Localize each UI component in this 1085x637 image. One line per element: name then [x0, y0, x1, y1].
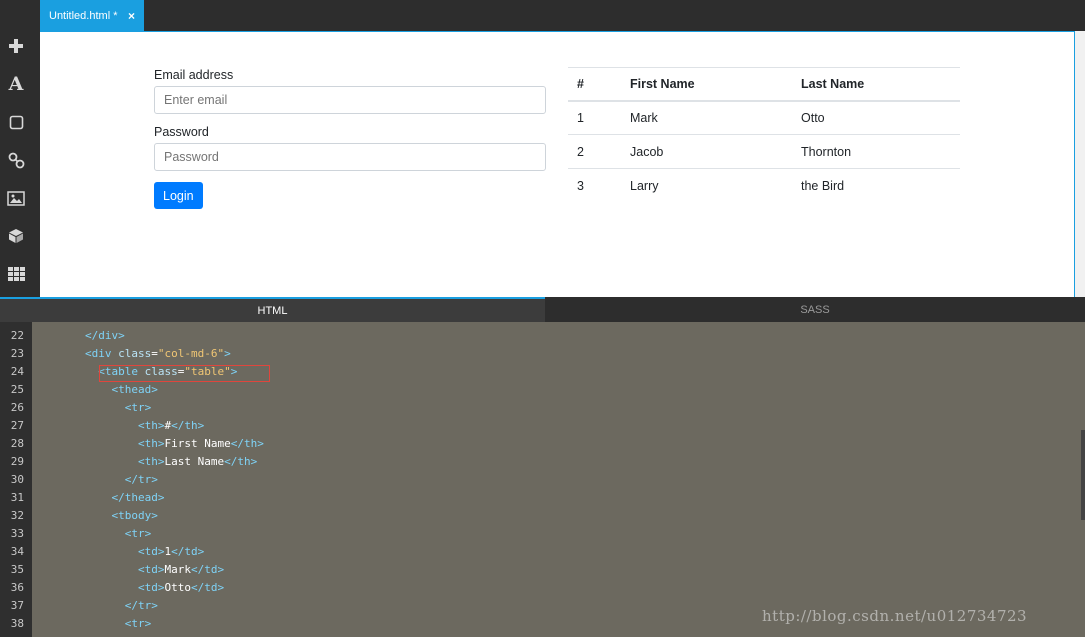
- code-line[interactable]: <th>First Name</th>: [32, 437, 264, 450]
- code-panel-tabs: HTML SASS: [0, 297, 1085, 322]
- code-scrollbar-thumb[interactable]: [1081, 430, 1085, 520]
- code-line[interactable]: <thead>: [32, 383, 157, 396]
- link-icon[interactable]: [6, 150, 26, 170]
- table-row: 3 Larry the Bird: [568, 168, 960, 203]
- login-form: Email address Password Login: [154, 68, 546, 209]
- code-line[interactable]: <td>Otto</td>: [32, 581, 224, 594]
- code-line[interactable]: <td>Mark</td>: [32, 563, 224, 576]
- line-number: 34: [10, 545, 24, 558]
- line-number: 38: [10, 617, 24, 630]
- text-icon[interactable]: A: [6, 73, 26, 95]
- line-number: 35: [10, 563, 24, 576]
- code-line[interactable]: <th>Last Name</th>: [32, 455, 257, 468]
- preview-scrollbar[interactable]: [1074, 31, 1085, 297]
- line-number: 37: [10, 599, 24, 612]
- component-icon[interactable]: [6, 226, 26, 246]
- table-cell: Thornton: [792, 134, 960, 169]
- table-header-cell: Last Name: [792, 67, 960, 102]
- table-cell: Otto: [801, 110, 825, 125]
- code-line[interactable]: </tr>: [32, 473, 158, 486]
- code-line[interactable]: <td>1</td>: [32, 545, 204, 558]
- tab-sass[interactable]: SASS: [545, 297, 1085, 322]
- grid-icon[interactable]: [6, 264, 26, 284]
- watermark: http://blog.csdn.net/u012734723: [762, 607, 1028, 625]
- table-row: 2 Jacob Thornton: [568, 134, 960, 169]
- line-number: 33: [10, 527, 24, 540]
- email-field[interactable]: [154, 86, 546, 114]
- code-line[interactable]: <tbody>: [32, 509, 157, 522]
- table-cell: the Bird: [792, 168, 960, 203]
- line-number: 22: [10, 329, 24, 342]
- table-header-cell: First Name: [621, 67, 792, 102]
- password-field[interactable]: [154, 143, 546, 171]
- line-number: 31: [10, 491, 24, 504]
- line-number: 36: [10, 581, 24, 594]
- table-header-cell: #: [568, 67, 621, 102]
- line-number: 32: [10, 509, 24, 522]
- tab-untitled-html[interactable]: Untitled.html * ×: [40, 0, 144, 31]
- line-number: 24: [10, 365, 24, 378]
- code-line[interactable]: </thead>: [32, 491, 164, 504]
- table-cell: 1: [577, 110, 584, 125]
- code-line[interactable]: <tr>: [32, 527, 152, 540]
- line-number-gutter: 22 23 24 25 26 27 28 29 30 31 32 33 34 3…: [0, 322, 32, 637]
- table-cell: Larry: [621, 168, 792, 203]
- line-number: 23: [10, 347, 24, 360]
- code-line[interactable]: </div>: [32, 329, 125, 342]
- code-line[interactable]: <tr>: [32, 401, 152, 414]
- table-cell: Jacob: [621, 134, 792, 169]
- tab-title: Untitled.html *: [49, 9, 118, 22]
- code-line[interactable]: </tr>: [32, 599, 158, 612]
- login-button[interactable]: Login: [154, 182, 203, 209]
- box-icon[interactable]: [6, 112, 26, 132]
- tab-html[interactable]: HTML: [0, 297, 545, 322]
- highlight-box: [99, 365, 270, 382]
- line-number: 28: [10, 437, 24, 450]
- line-number: 26: [10, 401, 24, 414]
- table-cell: Mark: [630, 110, 658, 125]
- table-cell: 3: [568, 168, 621, 203]
- table-header-row: # First Name Last Name: [568, 67, 960, 102]
- component-toolbar: A: [0, 31, 40, 297]
- code-line[interactable]: <tr>: [32, 617, 152, 630]
- email-label: Email address: [154, 68, 234, 82]
- line-number: 25: [10, 383, 24, 396]
- line-number: 27: [10, 419, 24, 432]
- line-number: 30: [10, 473, 24, 486]
- close-icon[interactable]: ×: [128, 9, 135, 23]
- plus-icon[interactable]: [6, 36, 26, 56]
- code-line[interactable]: <th>#</th>: [32, 419, 204, 432]
- editor-topbar: Untitled.html * ×: [0, 0, 1085, 31]
- data-table: # First Name Last Name 1 Mark Otto 2 Jac…: [568, 67, 960, 203]
- password-label: Password: [154, 125, 209, 139]
- table-row: 1 Mark Otto: [568, 101, 960, 135]
- image-icon[interactable]: [6, 188, 26, 208]
- preview-canvas: Email address Password Login # First Nam…: [40, 31, 1074, 297]
- code-line[interactable]: <div class="col-md-6">: [32, 347, 231, 360]
- table-cell: 2: [568, 134, 621, 169]
- line-number: 29: [10, 455, 24, 468]
